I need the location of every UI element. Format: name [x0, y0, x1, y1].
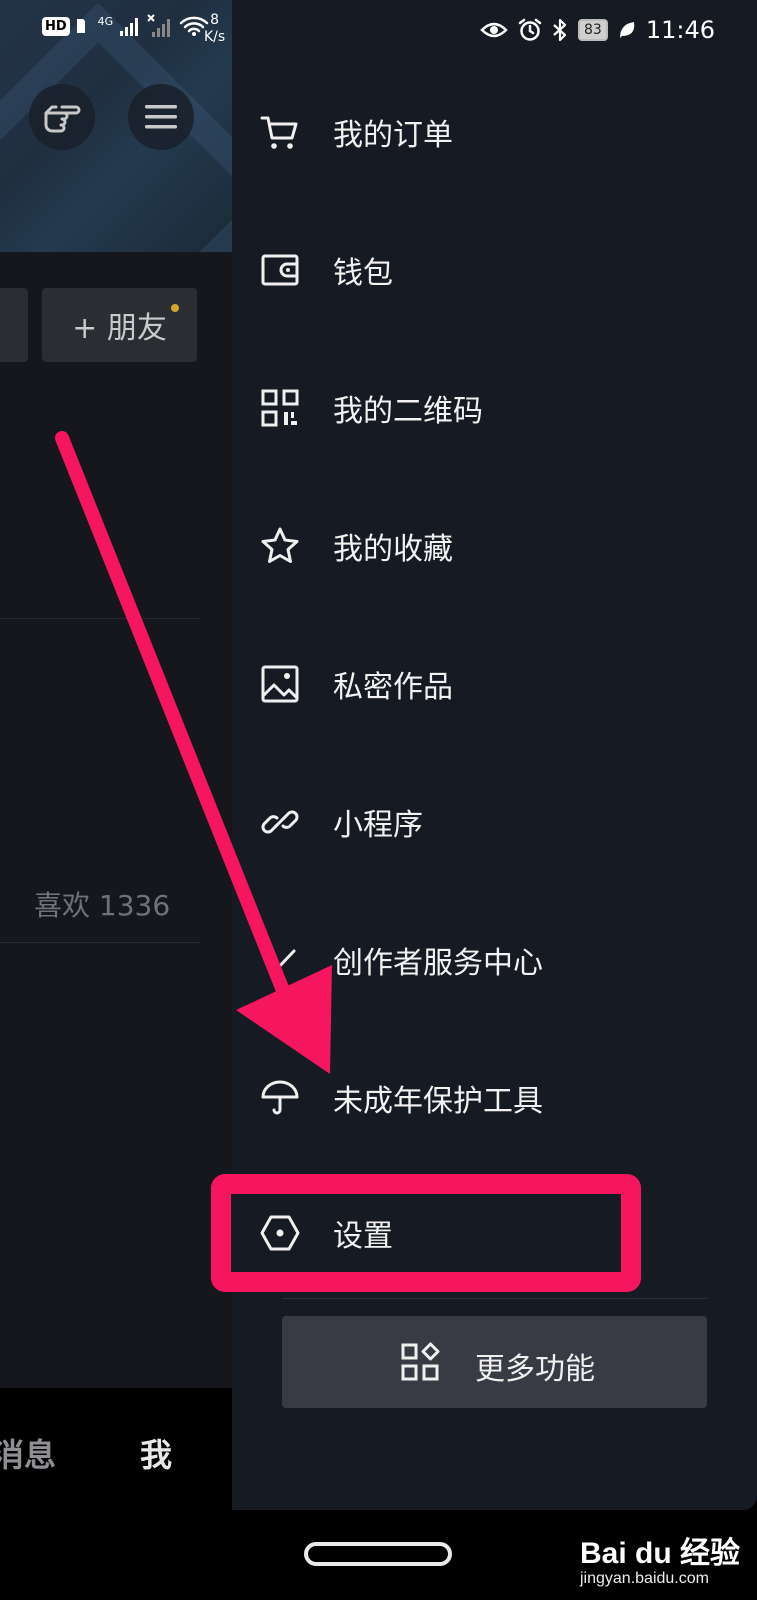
drawer-item-label: 未成年保护工具: [333, 1084, 543, 1119]
drawer-item-label: 钱包: [333, 256, 393, 291]
cart-icon: [260, 112, 300, 152]
check-icon: [260, 940, 300, 980]
status-left: HD 4G: [42, 14, 209, 38]
drawer-item-label: 创作者服务中心: [333, 946, 543, 981]
signal-icon: [120, 18, 139, 36]
umbrella-icon: [260, 1078, 300, 1118]
status-bar: HD 4G 8 K/s 83 11:46: [0, 0, 757, 62]
drawer-item-minor-protection[interactable]: 未成年保护工具: [232, 1058, 712, 1138]
menu-button[interactable]: [128, 84, 194, 150]
notification-dot: [171, 304, 179, 312]
qr-code-icon: [260, 388, 300, 428]
more-features-button[interactable]: 更多功能: [282, 1316, 707, 1408]
alarm-icon: [518, 18, 542, 41]
drawer-item-label: 我的二维码: [333, 394, 483, 429]
link-icon: [260, 802, 300, 842]
bluetooth-icon: [553, 18, 567, 42]
settings-highlight-box: [211, 1174, 641, 1292]
clock: 11:46: [645, 16, 715, 44]
profile-body: [0, 252, 232, 1510]
drawer-item-label: 我的订单: [333, 118, 453, 153]
hand-pointer-button[interactable]: [29, 84, 95, 150]
hand-pointer-icon: [44, 105, 81, 133]
drawer-item-orders[interactable]: 我的订单: [232, 92, 712, 172]
divider: [0, 618, 200, 619]
watermark-url: jingyan.baidu.com: [580, 1570, 709, 1587]
battery-indicator: 83: [578, 19, 608, 41]
drawer-item-label: 小程序: [333, 808, 423, 843]
more-features-label: 更多功能: [475, 1352, 595, 1387]
divider: [282, 1298, 707, 1299]
add-friend-label: + 朋友: [72, 311, 167, 346]
drawer-item-label: 私密作品: [333, 670, 453, 705]
drawer-item-creator-center[interactable]: 创作者服务中心: [232, 920, 712, 1000]
network-speed-value: 8: [210, 12, 220, 28]
hd-badge: HD: [42, 16, 70, 36]
network-type: 4G: [97, 14, 114, 28]
leaf-icon: [619, 22, 635, 38]
wallet-icon: [260, 250, 300, 290]
add-friend-button[interactable]: + 朋友: [42, 288, 197, 362]
baidu-watermark: Bai du 经验 jingyan.baidu.com: [580, 1528, 740, 1588]
image-icon: [260, 664, 300, 704]
background-profile-page: + 朋友 喜欢 1336 消息 我: [0, 0, 232, 1510]
drawer-item-favorites[interactable]: 我的收藏: [232, 506, 712, 586]
drawer-item-wallet[interactable]: 钱包: [232, 230, 712, 310]
drawer-item-mini-programs[interactable]: 小程序: [232, 782, 712, 862]
network-speed: 8 K/s: [204, 12, 225, 46]
hamburger-menu-icon: [145, 105, 177, 129]
grid-apps-icon: [400, 1342, 440, 1382]
divider: [0, 942, 200, 943]
drawer-item-private-works[interactable]: 私密作品: [232, 644, 712, 724]
status-right: 83 11:46: [480, 16, 715, 44]
drawer-item-qr-code[interactable]: 我的二维码: [232, 368, 712, 448]
edit-profile-button[interactable]: [0, 288, 28, 362]
home-indicator[interactable]: [304, 1542, 452, 1566]
watermark-brand: Bai du 经验: [580, 1537, 741, 1570]
likes-tab[interactable]: 喜欢 1336: [34, 884, 170, 924]
eye-icon: [480, 22, 508, 38]
star-icon: [260, 526, 300, 566]
no-signal-icon: [147, 14, 171, 37]
nav-me-tab[interactable]: 我: [140, 1430, 172, 1476]
network-speed-unit: K/s: [204, 29, 226, 45]
screen: + 朋友 喜欢 1336 消息 我 我的订单 钱包 我的二维码 我的收藏 私密作…: [0, 0, 757, 1600]
nav-messages-tab[interactable]: 消息: [0, 1430, 56, 1476]
sim-icon: [76, 19, 85, 33]
drawer-item-label: 我的收藏: [333, 532, 453, 567]
